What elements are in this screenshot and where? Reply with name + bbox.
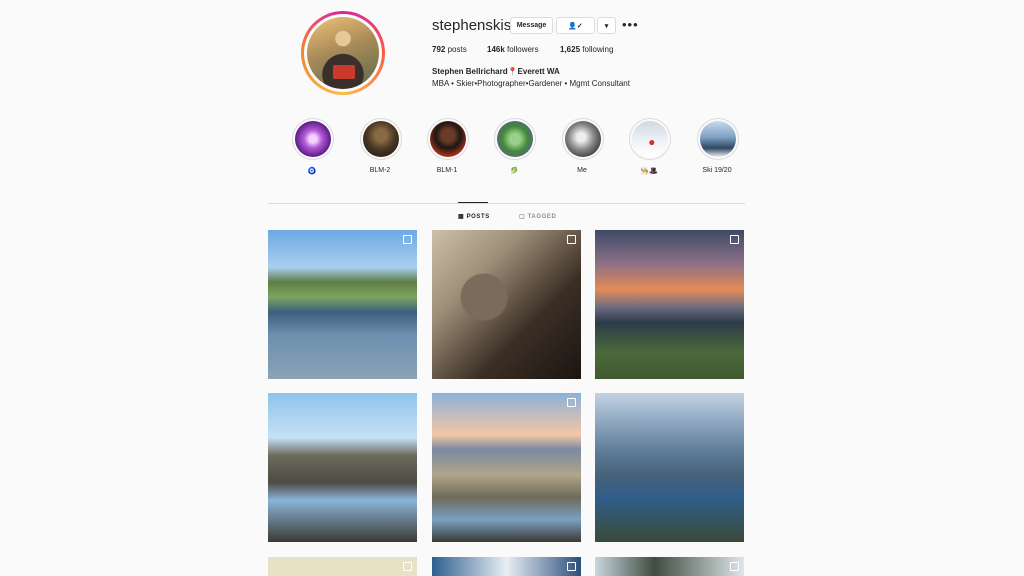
highlight-item[interactable]: Ski 19/20: [687, 118, 747, 174]
highlight-label: BLM-1: [436, 167, 458, 174]
posts-count: 792 posts: [432, 45, 467, 54]
profile-page: stephenskis Message 👤✓ ▾ ••• 792 posts 1…: [268, 0, 745, 576]
avatar-photo: [307, 17, 379, 89]
grid-icon: ▦: [458, 214, 465, 220]
post-thumbnail[interactable]: [432, 393, 581, 542]
tab-tagged-label: TAGGED: [527, 214, 557, 220]
tabs-divider: [268, 203, 745, 204]
highlight-item[interactable]: 🥬: [484, 118, 544, 175]
highlight-item[interactable]: 👨‍🍳🎩: [619, 118, 679, 175]
tab-posts[interactable]: ▦ POSTS: [458, 213, 490, 220]
highlight-cover: [295, 121, 331, 157]
post-thumbnail[interactable]: [595, 557, 744, 576]
highlight-cover: [430, 121, 466, 157]
multiple-photos-icon: [403, 235, 412, 244]
highlight-cover: [363, 121, 399, 157]
message-button[interactable]: Message: [510, 17, 553, 34]
highlight-label: 🥬: [509, 168, 519, 175]
highlight-label: BLM-2: [369, 167, 391, 174]
highlight-label: 🧿: [307, 168, 317, 175]
highlight-item[interactable]: 🧿: [282, 118, 342, 175]
camera-icon: [730, 562, 739, 571]
multiple-photos-icon: [567, 235, 576, 244]
post-thumbnail[interactable]: [432, 230, 581, 379]
highlight-item[interactable]: BLM-1: [417, 118, 477, 174]
post-thumbnail[interactable]: [432, 557, 581, 576]
highlight-cover: [632, 121, 668, 157]
multiple-photos-icon: [403, 562, 412, 571]
profile-username: stephenskis: [432, 17, 512, 34]
highlight-item[interactable]: Me: [552, 118, 612, 174]
highlight-cover: [565, 121, 601, 157]
suggested-dropdown-button[interactable]: ▾: [597, 17, 616, 34]
active-tab-indicator: [458, 202, 488, 203]
highlight-item[interactable]: BLM-2: [350, 118, 410, 174]
highlight-label: Me: [577, 167, 587, 174]
post-thumbnail[interactable]: [268, 230, 417, 379]
multiple-photos-icon: [567, 562, 576, 571]
following-icon: 👤✓: [568, 22, 583, 30]
multiple-photos-icon: [567, 398, 576, 407]
post-thumbnail[interactable]: [268, 393, 417, 542]
chevron-down-icon: ▾: [604, 22, 609, 30]
following-button[interactable]: 👤✓: [556, 17, 595, 34]
post-thumbnail[interactable]: [595, 393, 744, 542]
more-options-icon[interactable]: •••: [622, 17, 639, 32]
profile-avatar[interactable]: [301, 11, 385, 95]
tab-posts-label: POSTS: [466, 214, 490, 220]
profile-bio: MBA • Skier•Photographer•Gardener • Mgmt…: [432, 79, 630, 88]
highlight-cover: [700, 121, 736, 157]
highlight-label: Ski 19/20: [702, 167, 732, 174]
post-thumbnail[interactable]: [595, 230, 744, 379]
profile-full-name: Stephen Bellrichard📍Everett WA: [432, 67, 560, 76]
following-count[interactable]: 1,625 following: [560, 45, 613, 54]
highlight-label: 👨‍🍳🎩: [640, 168, 658, 175]
multiple-photos-icon: [730, 235, 739, 244]
followers-count[interactable]: 146k followers: [487, 45, 539, 54]
highlight-cover: [497, 121, 533, 157]
tab-tagged[interactable]: ▢ TAGGED: [519, 213, 556, 220]
post-thumbnail[interactable]: [268, 557, 417, 576]
tag-icon: ▢: [519, 214, 526, 220]
